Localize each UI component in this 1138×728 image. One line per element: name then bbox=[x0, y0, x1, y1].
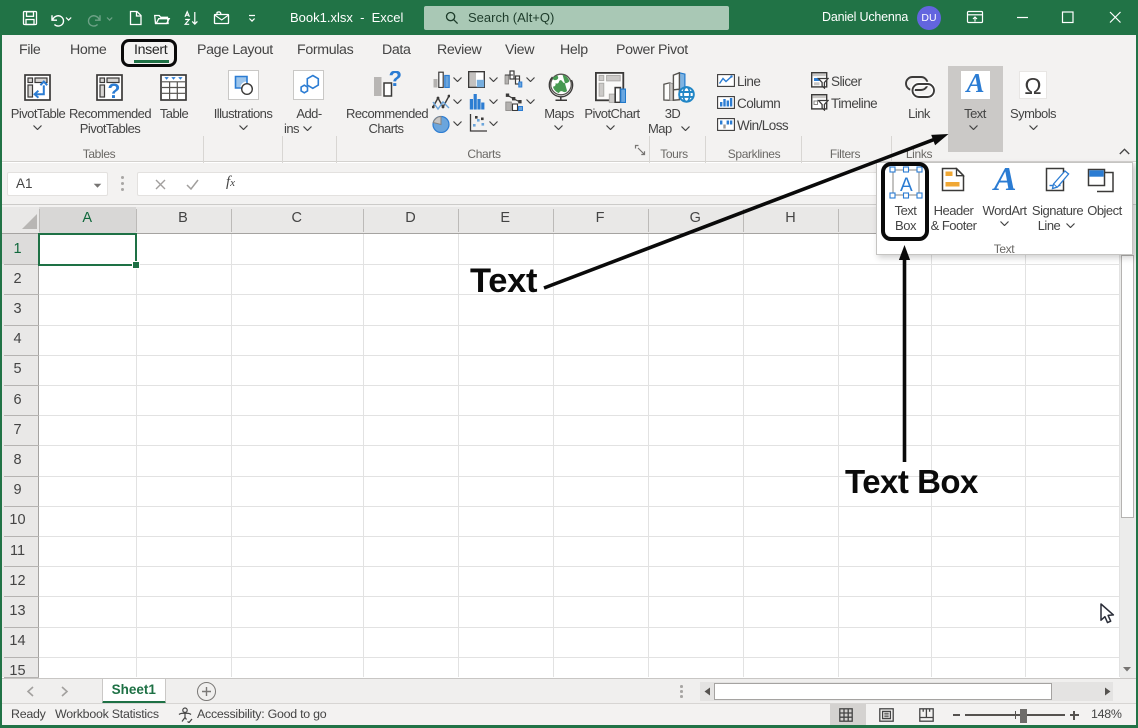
svg-text:?: ? bbox=[389, 71, 402, 91]
svg-text:?: ? bbox=[108, 80, 121, 101]
